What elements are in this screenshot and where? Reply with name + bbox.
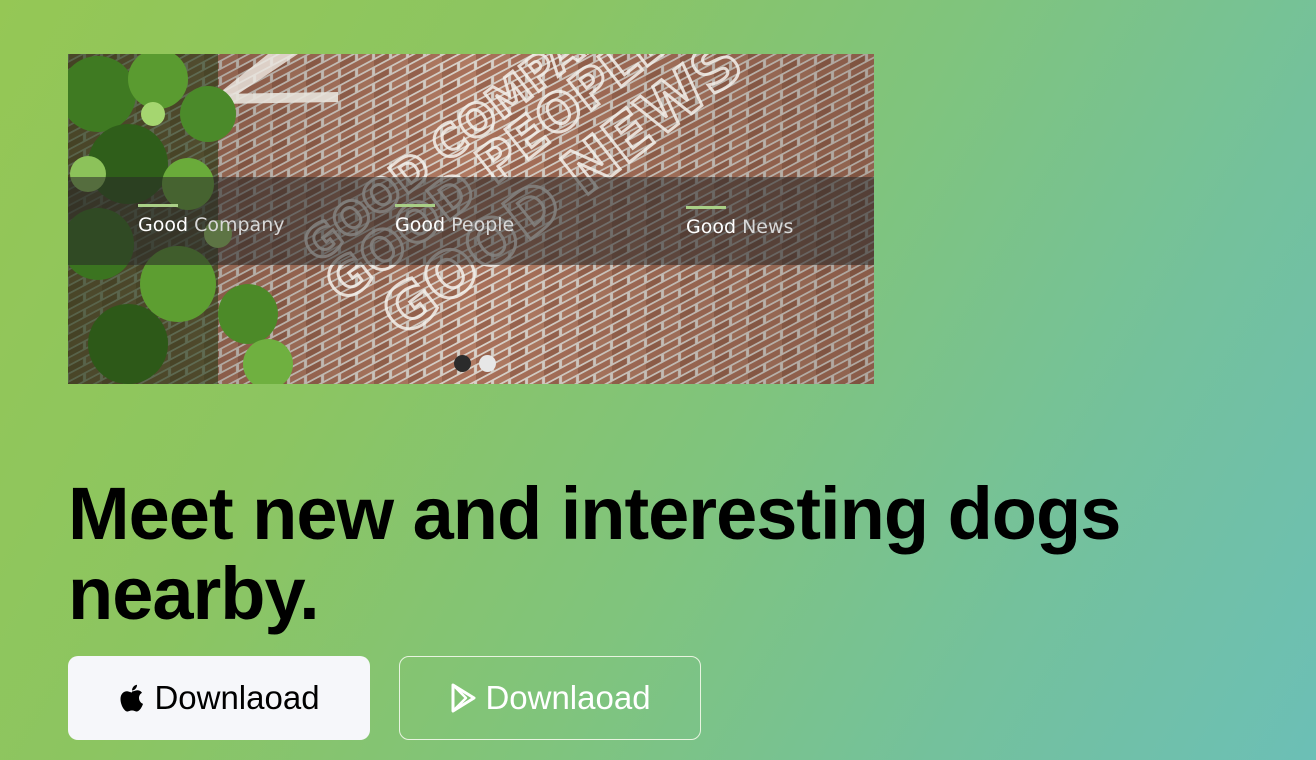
app-store-download-button[interactable]: Downlaoad [68,656,370,740]
play-store-download-button[interactable]: Downlaoad [399,656,701,740]
caption-rest: Company [194,214,285,236]
carousel-dot-2[interactable] [479,355,496,372]
caption-accent-bar [395,204,435,207]
caption-rest: People [451,214,515,236]
app-store-download-label: Downlaoad [154,679,320,716]
carousel-dot-1[interactable] [454,355,471,372]
caption-accent-bar [138,204,178,207]
apple-icon [118,683,146,713]
play-store-download-label: Downlaoad [485,679,651,716]
slide-caption-news: Good News [686,206,794,238]
play-store-icon [449,683,477,713]
caption-strong: Good [138,214,189,236]
caption-strong: Good [395,214,446,236]
image-carousel[interactable]: GOOD COMPANY GOOD PEOPLE GOOD NEWS Good … [68,54,874,384]
carousel-pagination [454,355,496,372]
caption-accent-bar [686,206,726,209]
slide-caption-people: Good People [395,204,515,236]
caption-rest: News [742,216,794,238]
hero-headline: Meet new and interesting dogs nearby. [68,472,1121,635]
slide-caption-company: Good Company [138,204,285,236]
caption-strong: Good [686,216,737,238]
